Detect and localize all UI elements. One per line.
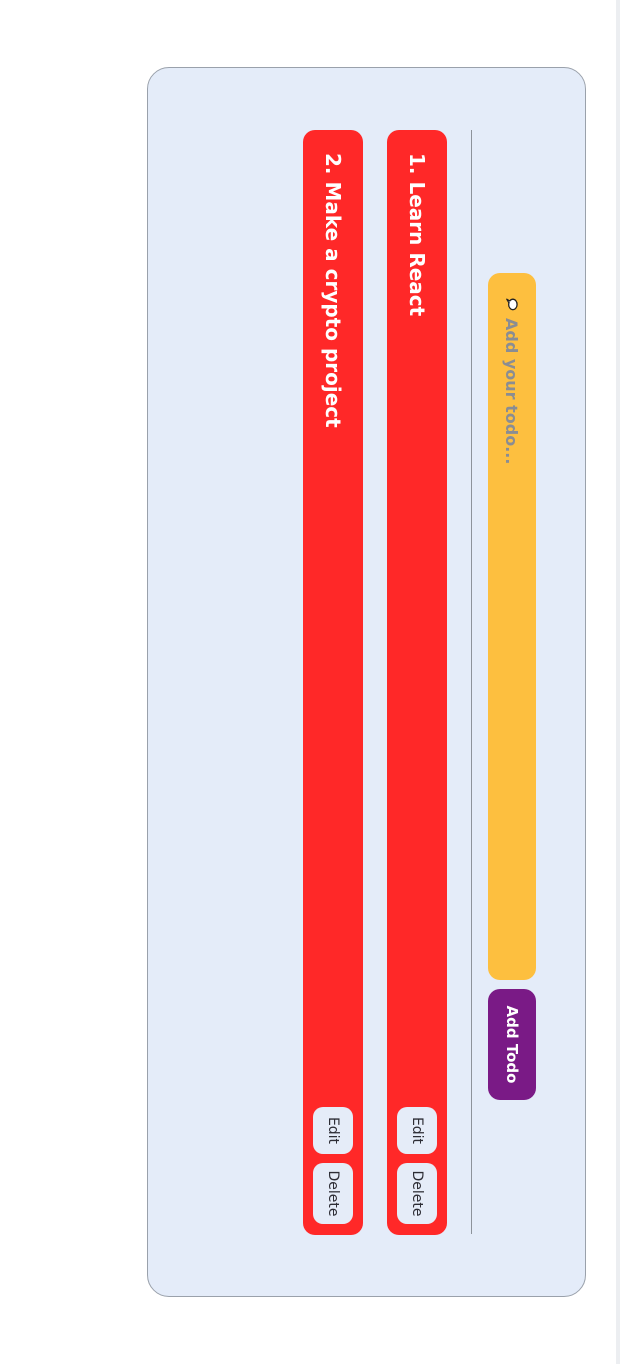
todo-input-placeholder: Add your todo... — [502, 318, 522, 465]
edit-button[interactable]: Edit — [313, 1107, 353, 1154]
divider — [471, 130, 472, 1234]
add-todo-button[interactable]: Add Todo — [488, 989, 536, 1100]
todo-item: 1. Learn React Edit Delete — [387, 130, 447, 1235]
todo-input[interactable]: Add your todo... — [488, 273, 536, 980]
todo-card: Add your todo... Add Todo 1. Learn React… — [147, 67, 586, 1297]
page-scrollbar[interactable] — [616, 0, 620, 1364]
todo-app: Add your todo... Add Todo 1. Learn React… — [147, 67, 586, 1297]
delete-button[interactable]: Delete — [313, 1163, 353, 1224]
delete-button[interactable]: Delete — [397, 1163, 437, 1224]
todo-text: 1. Learn React — [405, 153, 429, 317]
edit-button[interactable]: Edit — [397, 1107, 437, 1154]
todo-text: 2. Make a crypto project — [321, 153, 345, 428]
todo-item: 2. Make a crypto project Edit Delete — [303, 130, 363, 1235]
speech-bubble-icon — [506, 298, 518, 311]
